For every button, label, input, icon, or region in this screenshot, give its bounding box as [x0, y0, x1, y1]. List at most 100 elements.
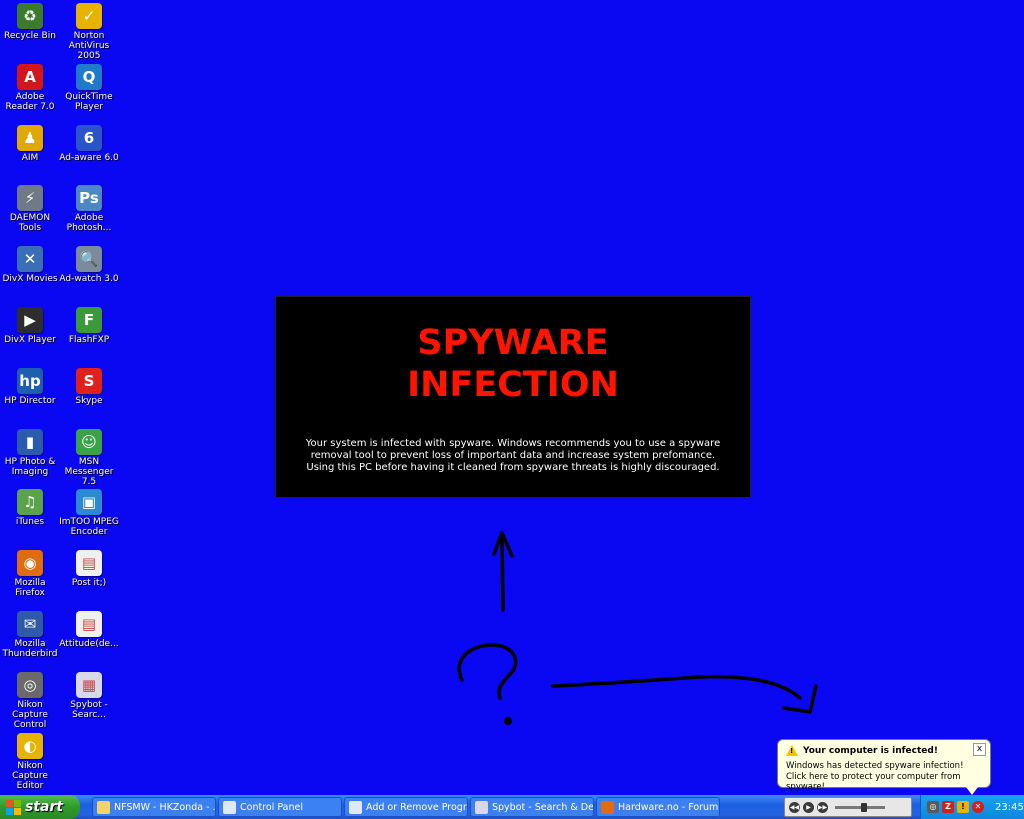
desktop-shortcut-label: AIM [21, 152, 39, 163]
adobe-reader-icon: A [17, 63, 43, 90]
desktop-shortcut[interactable]: S Skype [59, 366, 119, 406]
thunderbird-icon: ✉ [17, 611, 43, 637]
desktop-shortcut[interactable]: 🔍 Ad-watch 3.0 [59, 244, 119, 284]
hp-photo-icon: ▮ [17, 428, 43, 455]
volume-slider[interactable] [835, 802, 885, 812]
start-label: start [25, 799, 64, 815]
itunes-icon: ♫ [17, 489, 43, 516]
media-player-toolbar[interactable]: ◀◀ ▶ ▶▶ [784, 797, 912, 817]
spybot-icon [475, 800, 488, 814]
taskbar-button[interactable]: Spybot - Search & De... [470, 797, 594, 817]
desktop-shortcut[interactable]: A Adobe Reader 7.0 [0, 62, 60, 112]
question-mark-curve [457, 643, 518, 700]
taskbar-button-label: Control Panel [240, 801, 303, 813]
tray-red-icon[interactable]: Z [942, 801, 954, 813]
skype-icon: S [76, 367, 102, 394]
balloon-line-2: Click here to protect your computer from… [786, 772, 961, 792]
previous-track-icon[interactable]: ◀◀ [789, 801, 800, 813]
desktop-shortcut[interactable]: ◉ Mozilla Firefox [0, 548, 60, 598]
aim-icon: ♟ [17, 124, 43, 151]
play-icon[interactable]: ▶ [803, 801, 814, 813]
desktop-shortcut[interactable]: hp HP Director [0, 366, 60, 406]
photoshop-icon: Ps [76, 185, 102, 212]
desktop-shortcut-label: FlashFXP [68, 335, 110, 345]
desktop-shortcut-label: Recycle Bin [4, 31, 56, 41]
adwatch-icon: 🔍 [76, 246, 102, 273]
desktop-shortcut[interactable]: ▤ Attitude(de... [59, 609, 119, 649]
tray-warning-icon[interactable]: ! [957, 801, 969, 813]
desktop-shortcut[interactable]: ⚡ DAEMON Tools [0, 183, 60, 233]
desktop-shortcut[interactable]: ▤ Post it;) [59, 548, 119, 588]
desktop-shortcut-label: DAEMON Tools [9, 213, 51, 234]
desktop-icons: ♻ Recycle Bin ✓ Norton AntiVirus 2005 A Adobe… [0, 0, 122, 791]
start-button[interactable]: start [0, 795, 80, 819]
balloon-close-button[interactable]: x [973, 743, 986, 756]
desktop-shortcut[interactable]: Q QuickTime Player [59, 62, 119, 112]
desktop-shortcut-label: Nikon Capture Control [12, 699, 48, 730]
desktop-shortcut[interactable]: ✓ Norton AntiVirus 2005 [59, 1, 119, 61]
desktop-shortcut-label: Ad-aware 6.0 [59, 152, 119, 163]
desktop-shortcut-label: Adobe Reader 7.0 [5, 91, 55, 112]
spybot-icon: ▦ [76, 671, 102, 698]
balloon-tail [966, 787, 978, 795]
desktop-shortcut[interactable]: ♫ iTunes [0, 487, 60, 527]
taskbar-button[interactable]: Control Panel [218, 797, 342, 817]
taskbar-button[interactable]: NFSMW - HKZonda - ... [92, 797, 216, 817]
desktop-shortcut-label: Mozilla Firefox [14, 578, 46, 599]
desktop-shortcut[interactable]: ♟ AIM [0, 123, 60, 163]
desktop-shortcut-label: Spybot - Searc... [70, 699, 108, 720]
daemon-tools-icon: ⚡ [17, 185, 43, 212]
taskbar-button[interactable]: Hardware.no - Forum... [596, 797, 720, 817]
desktop-shortcut[interactable]: ◎ Nikon Capture Control [0, 670, 60, 730]
balloon-title: Your computer is infected! [803, 745, 938, 756]
desktop-shortcut[interactable]: ▦ Spybot - Searc... [59, 670, 119, 720]
desktop-shortcut[interactable]: F FlashFXP [59, 305, 119, 345]
warning-icon: ! [786, 745, 798, 756]
task-buttons: NFSMW - HKZonda - ... Control Panel Add or… [92, 797, 720, 817]
desktop-shortcut-label: QuickTime Player [65, 91, 113, 112]
quicktime-icon: Q [76, 63, 102, 90]
divx-player-icon: ▶ [17, 307, 43, 333]
desktop-shortcut[interactable]: ▣ ImTOO MPEG Encoder [59, 487, 119, 537]
desktop-shortcut[interactable]: Ps Adobe Photosh... [59, 183, 119, 233]
desktop-shortcut[interactable]: 6 Ad-aware 6.0 [59, 123, 119, 163]
tray-spyware-alert-icon[interactable]: ✕ [972, 801, 984, 813]
desktop-shortcut-label: HP Photo & Imaging [4, 456, 56, 477]
desktop-shortcut[interactable]: ▮ HP Photo & Imaging [0, 427, 60, 477]
firefox-icon: ◉ [17, 550, 43, 577]
popup-title: SPYWARE INFECTION [407, 323, 619, 405]
desktop-shortcut[interactable]: ✕ DivX Movies [0, 244, 60, 284]
folder-icon [97, 800, 110, 814]
taskbar-button[interactable]: Add or Remove Progr... [344, 797, 468, 817]
desktop-shortcut[interactable]: ♻ Recycle Bin [0, 1, 60, 41]
up-arrow-shaft [500, 536, 505, 612]
balloon-line-1: Windows has detected spyware infection! [786, 761, 964, 771]
balloon-header: ! Your computer is infected! [786, 745, 938, 756]
next-track-icon[interactable]: ▶▶ [817, 801, 828, 813]
popup-message: Your system is infected with spyware. Wi… [305, 438, 721, 473]
attitude-file-icon: ▤ [76, 611, 102, 637]
desktop-shortcut-label: Adobe Photosh... [66, 213, 112, 234]
firefox-icon [601, 800, 614, 814]
desktop-shortcut[interactable]: ✉ Mozilla Thunderbird [0, 609, 60, 659]
norton-antivirus-icon: ✓ [76, 3, 102, 29]
right-arrow-shaft [551, 674, 802, 700]
spyware-popup[interactable]: SPYWARE INFECTION Your system is infecte… [275, 296, 751, 498]
infection-balloon[interactable]: ! Your computer is infected! x Windows h… [777, 739, 991, 795]
desktop-shortcut-label: iTunes [15, 517, 45, 528]
add-remove-programs-icon [349, 800, 362, 814]
desktop-shortcut[interactable]: ◐ Nikon Capture Editor [0, 731, 60, 791]
system-tray: ◎ Z ! ✕ 23:45 [920, 795, 1024, 819]
volume-knob[interactable] [861, 802, 867, 812]
up-arrow-head [492, 531, 514, 558]
taskbar-button-label: Spybot - Search & De... [492, 801, 594, 813]
desktop-shortcut-label: DivX Movies [2, 274, 58, 285]
desktop-shortcut[interactable]: ▶ DivX Player [0, 305, 60, 345]
desktop-shortcut-label: Nikon Capture Editor [12, 760, 48, 791]
tray-app-icon[interactable]: ◎ [927, 801, 939, 813]
desktop-shortcut[interactable]: ☺ MSN Messenger 7.5 [59, 427, 119, 487]
flashfxp-icon: F [76, 307, 102, 333]
desktop-shortcut-label: Skype [75, 395, 103, 406]
question-mark-dot [504, 717, 512, 725]
desktop-shortcut-label: ImTOO MPEG Encoder [59, 517, 119, 538]
